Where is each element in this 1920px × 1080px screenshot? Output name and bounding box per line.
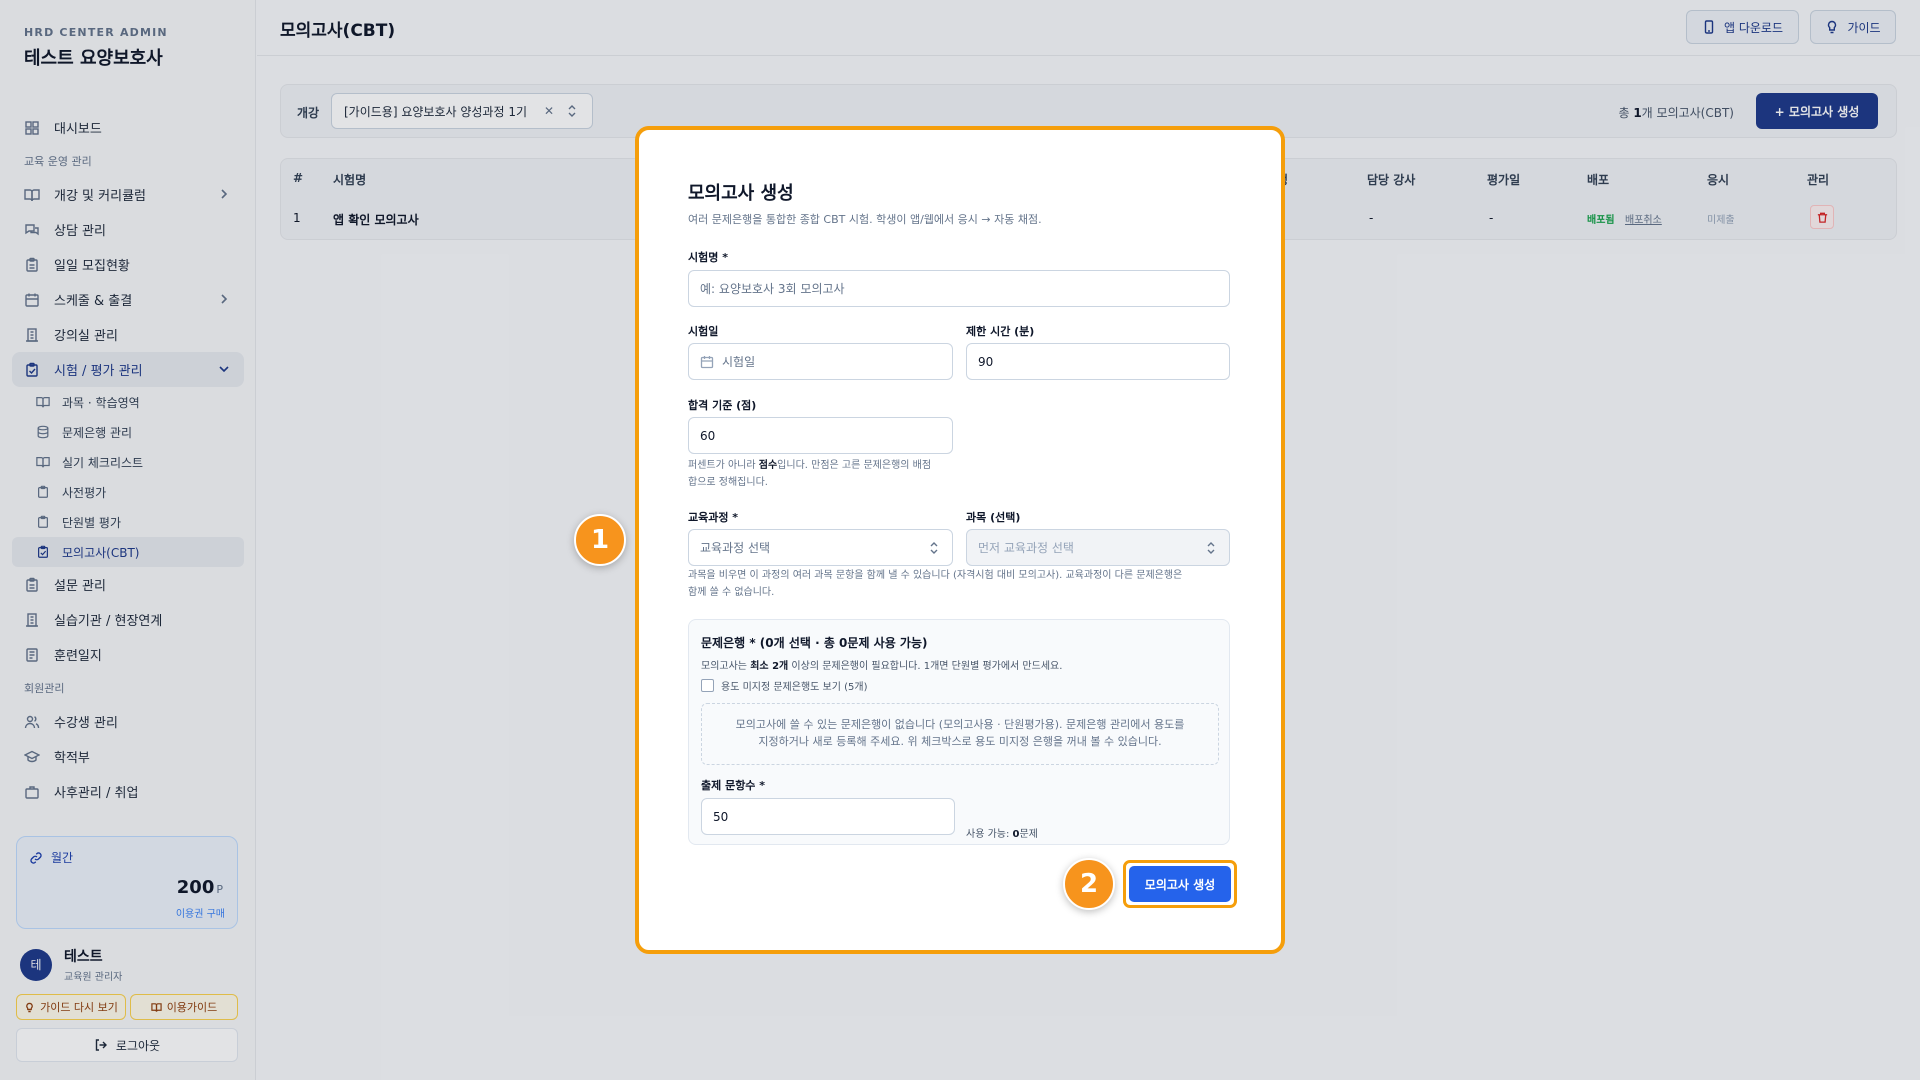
pass-score-input[interactable]: 60 [688,417,953,454]
subject-label: 과목 (선택) [966,511,1021,524]
chevron-up-down-icon [930,542,938,554]
create-mock-exam-modal: 모의고사 생성 여러 문제은행을 통합한 종합 CBT 시험. 학생이 앱/웹에… [640,131,1280,949]
step-badge-2: 2 [1063,858,1115,910]
question-bank-title: 문제은행 * (0개 선택 · 총 0문제 사용 가능) [701,636,928,650]
show-unassigned-banks-toggle[interactable]: 용도 미지정 문제은행도 보기 (5개) [701,678,867,693]
exam-date-placeholder: 시험일 [722,355,756,369]
question-bank-desc: 모의고사는 최소 2개 이상의 문제은행이 필요합니다. 1개면 단원별 평가에… [701,657,1062,672]
question-bank-empty-state: 모의고사에 쓸 수 있는 문제은행이 없습니다 (모의고사용 · 단원평가용).… [701,703,1219,765]
pass-help-bold: 점수 [758,460,778,471]
exam-name-input[interactable]: 예: 요양보호사 3회 모의고사 [688,270,1230,307]
avail-suffix: 문제 [1019,829,1038,840]
exam-date-label: 시험일 [688,325,719,338]
course-help: 과목을 비우면 이 과정의 여러 과목 문항을 함께 낼 수 있습니다 (자격시… [688,567,1233,601]
create-mock-exam-submit-button[interactable]: 모의고사 생성 [1129,866,1231,902]
modal-title: 모의고사 생성 [688,183,794,204]
show-unassigned-checkbox[interactable] [701,679,714,692]
course-select-placeholder: 교육과정 선택 [700,541,771,555]
pass-help-text: 퍼센트가 아니라 [688,460,759,471]
bank-desc-text: 모의고사는 [701,661,751,672]
calendar-icon [700,355,714,368]
course-label: 교육과정 * [688,511,739,524]
subject-select[interactable]: 먼저 교육과정 선택 [966,529,1230,566]
question-count-input[interactable]: 50 [701,798,955,835]
pass-score-label: 합격 기준 (점) [688,399,757,412]
avail-number: 0 [1012,829,1020,840]
question-count-label: 출제 문항수 * [701,779,766,792]
chevron-up-down-icon [1207,542,1215,554]
course-help-text: 함께 쓸 수 없습니다. [688,587,775,598]
question-bank-section: 문제은행 * (0개 선택 · 총 0문제 사용 가능) 모의고사는 최소 2개… [688,619,1230,845]
time-limit-label: 제한 시간 (분) [966,325,1035,338]
avail-prefix: 사용 가능: [966,829,1013,840]
modal-description: 여러 문제은행을 통합한 종합 CBT 시험. 학생이 앱/웹에서 응시 → 자… [688,213,1042,226]
step-badge-1: 1 [574,514,626,566]
show-unassigned-label: 용도 미지정 문제은행도 보기 (5개) [721,682,868,693]
course-select[interactable]: 교육과정 선택 [688,529,953,566]
pass-score-help: 퍼센트가 아니라 점수입니다. 만점은 고른 문제은행의 배점합으로 정해집니다… [688,457,960,491]
pass-help-text: 입니다. 만점은 고른 문제은행의 배점 [777,460,932,471]
pass-help-text: 합으로 정해집니다. [688,477,768,488]
empty-state-text: 모의고사에 쓸 수 있는 문제은행이 없습니다 (모의고사용 · 단원평가용).… [735,718,1185,731]
empty-state-text: 지정하거나 새로 등록해 주세요. 위 체크박스로 용도 미지정 은행을 꺼내 … [758,735,1162,748]
subject-select-placeholder: 먼저 교육과정 선택 [978,541,1074,555]
available-count: 사용 가능: 0문제 [966,825,1038,840]
exam-date-input[interactable]: 시험일 [688,343,953,380]
time-limit-input[interactable]: 90 [966,343,1230,380]
bank-desc-bold: 최소 2개 [750,661,789,672]
bank-desc-text: 이상의 문제은행이 필요합니다. 1개면 단원별 평가에서 만드세요. [788,661,1063,672]
course-help-text: 과목을 비우면 이 과정의 여러 과목 문항을 함께 낼 수 있습니다 (자격시… [688,570,1183,581]
exam-name-label: 시험명 * [688,251,728,264]
